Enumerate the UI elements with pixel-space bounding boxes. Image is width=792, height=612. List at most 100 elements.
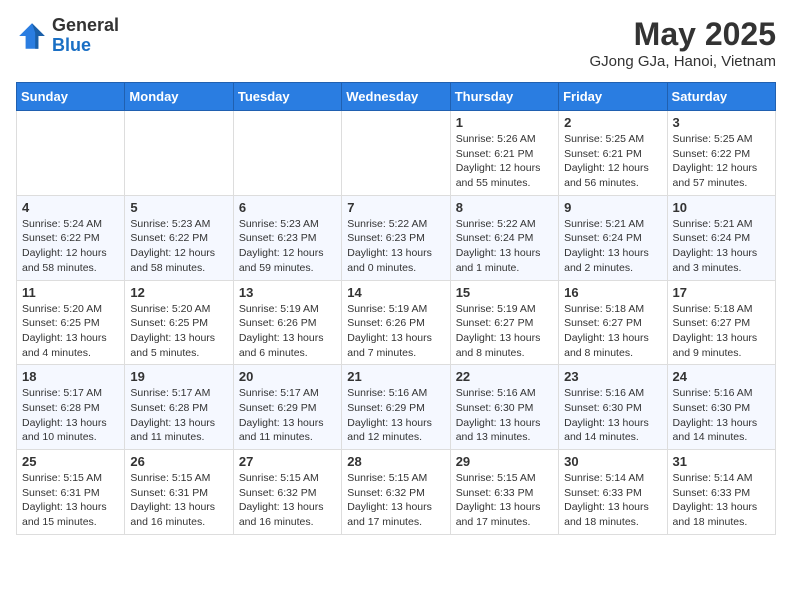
calendar-cell: 15Sunrise: 5:19 AM Sunset: 6:27 PM Dayli… [450, 280, 558, 365]
day-info: Sunrise: 5:18 AM Sunset: 6:27 PM Dayligh… [673, 302, 770, 361]
day-info: Sunrise: 5:23 AM Sunset: 6:23 PM Dayligh… [239, 217, 336, 276]
calendar-cell: 27 Sunrise: 5:15 AM Sunset: 6:32 PM Dayli… [233, 450, 341, 535]
calendar-week-4: 18 Sunrise: 5:17 AM Sunset: 6:28 PM Dayli… [17, 365, 776, 450]
day-number: 14 [347, 285, 444, 300]
calendar-week-3: 11Sunrise: 5:20 AM Sunset: 6:25 PM Dayli… [17, 280, 776, 365]
column-header-sunday: Sunday [17, 83, 125, 111]
calendar-cell [17, 111, 125, 196]
day-info: Sunrise: 5:15 AM Sunset: 6:32 PM Dayligh… [347, 471, 444, 530]
calendar-cell [233, 111, 341, 196]
day-info: Sunrise: 5:15 AM Sunset: 6:31 PM Dayligh… [130, 471, 227, 530]
calendar-cell [125, 111, 233, 196]
day-number: 6 [239, 200, 336, 215]
column-header-saturday: Saturday [667, 83, 775, 111]
day-info: Sunrise: 5:14 AM Sunset: 6:33 PM Dayligh… [564, 471, 661, 530]
day-info: Sunrise: 5:25 AM Sunset: 6:21 PM Dayligh… [564, 132, 661, 191]
logo: General Blue [16, 16, 119, 56]
day-number: 7 [347, 200, 444, 215]
calendar-table: SundayMondayTuesdayWednesdayThursdayFrid… [16, 82, 776, 535]
calendar-cell: 13Sunrise: 5:19 AM Sunset: 6:26 PM Dayli… [233, 280, 341, 365]
day-info: Sunrise: 5:21 AM Sunset: 6:24 PM Dayligh… [673, 217, 770, 276]
day-number: 5 [130, 200, 227, 215]
day-info: Sunrise: 5:26 AM Sunset: 6:21 PM Dayligh… [456, 132, 553, 191]
day-info: Sunrise: 5:17 AM Sunset: 6:29 PM Dayligh… [239, 386, 336, 445]
day-number: 9 [564, 200, 661, 215]
calendar-cell: 22 Sunrise: 5:16 AM Sunset: 6:30 PM Dayli… [450, 365, 558, 450]
column-header-tuesday: Tuesday [233, 83, 341, 111]
day-number: 27 [239, 454, 336, 469]
calendar-cell: 30 Sunrise: 5:14 AM Sunset: 6:33 PM Dayli… [559, 450, 667, 535]
calendar-cell: 9 Sunrise: 5:21 AM Sunset: 6:24 PM Daylig… [559, 195, 667, 280]
day-info: Sunrise: 5:22 AM Sunset: 6:23 PM Dayligh… [347, 217, 444, 276]
month-title: May 2025 [590, 16, 777, 53]
logo-blue-text: Blue [52, 36, 119, 56]
day-number: 16 [564, 285, 661, 300]
column-header-thursday: Thursday [450, 83, 558, 111]
calendar-cell: 12Sunrise: 5:20 AM Sunset: 6:25 PM Dayli… [125, 280, 233, 365]
day-number: 8 [456, 200, 553, 215]
day-info: Sunrise: 5:25 AM Sunset: 6:22 PM Dayligh… [673, 132, 770, 191]
calendar-week-5: 25 Sunrise: 5:15 AM Sunset: 6:31 PM Dayli… [17, 450, 776, 535]
day-number: 18 [22, 369, 119, 384]
day-number: 26 [130, 454, 227, 469]
day-info: Sunrise: 5:15 AM Sunset: 6:33 PM Dayligh… [456, 471, 553, 530]
calendar-cell: 29 Sunrise: 5:15 AM Sunset: 6:33 PM Dayli… [450, 450, 558, 535]
day-info: Sunrise: 5:23 AM Sunset: 6:22 PM Dayligh… [130, 217, 227, 276]
day-info: Sunrise: 5:14 AM Sunset: 6:33 PM Dayligh… [673, 471, 770, 530]
calendar-cell: 3 Sunrise: 5:25 AM Sunset: 6:22 PM Daylig… [667, 111, 775, 196]
calendar-cell: 31 Sunrise: 5:14 AM Sunset: 6:33 PM Dayli… [667, 450, 775, 535]
calendar-cell: 11Sunrise: 5:20 AM Sunset: 6:25 PM Dayli… [17, 280, 125, 365]
day-info: Sunrise: 5:24 AM Sunset: 6:22 PM Dayligh… [22, 217, 119, 276]
day-info: Sunrise: 5:19 AM Sunset: 6:26 PM Dayligh… [239, 302, 336, 361]
logo-general-text: General [52, 16, 119, 36]
day-number: 31 [673, 454, 770, 469]
day-info: Sunrise: 5:15 AM Sunset: 6:32 PM Dayligh… [239, 471, 336, 530]
calendar-cell: 21 Sunrise: 5:16 AM Sunset: 6:29 PM Dayli… [342, 365, 450, 450]
day-info: Sunrise: 5:22 AM Sunset: 6:24 PM Dayligh… [456, 217, 553, 276]
calendar-cell: 4 Sunrise: 5:24 AM Sunset: 6:22 PM Daylig… [17, 195, 125, 280]
calendar-cell: 16 Sunrise: 5:18 AM Sunset: 6:27 PM Dayli… [559, 280, 667, 365]
calendar-cell: 17 Sunrise: 5:18 AM Sunset: 6:27 PM Dayli… [667, 280, 775, 365]
day-number: 10 [673, 200, 770, 215]
day-number: 30 [564, 454, 661, 469]
day-number: 23 [564, 369, 661, 384]
calendar-header-row: SundayMondayTuesdayWednesdayThursdayFrid… [17, 83, 776, 111]
day-info: Sunrise: 5:16 AM Sunset: 6:29 PM Dayligh… [347, 386, 444, 445]
day-number: 25 [22, 454, 119, 469]
calendar-cell: 5 Sunrise: 5:23 AM Sunset: 6:22 PM Daylig… [125, 195, 233, 280]
page-header: General Blue May 2025 GJong GJa, Hanoi, … [16, 16, 776, 70]
calendar-cell: 10 Sunrise: 5:21 AM Sunset: 6:24 PM Dayli… [667, 195, 775, 280]
calendar-cell [342, 111, 450, 196]
day-number: 3 [673, 115, 770, 130]
title-area: May 2025 GJong GJa, Hanoi, Vietnam [590, 16, 777, 70]
day-number: 22 [456, 369, 553, 384]
day-info: Sunrise: 5:18 AM Sunset: 6:27 PM Dayligh… [564, 302, 661, 361]
day-info: Sunrise: 5:19 AM Sunset: 6:26 PM Dayligh… [347, 302, 444, 361]
calendar-cell: 20 Sunrise: 5:17 AM Sunset: 6:29 PM Dayli… [233, 365, 341, 450]
day-info: Sunrise: 5:16 AM Sunset: 6:30 PM Dayligh… [456, 386, 553, 445]
calendar-week-1: 1Sunrise: 5:26 AM Sunset: 6:21 PM Daylig… [17, 111, 776, 196]
day-number: 28 [347, 454, 444, 469]
calendar-week-2: 4 Sunrise: 5:24 AM Sunset: 6:22 PM Daylig… [17, 195, 776, 280]
column-header-friday: Friday [559, 83, 667, 111]
calendar-cell: 18Sunrise: 5:17 AM Sunset: 6:28 PM Dayli… [17, 365, 125, 450]
logo-text: General Blue [52, 16, 119, 56]
calendar-cell: 26 Sunrise: 5:15 AM Sunset: 6:31 PM Dayli… [125, 450, 233, 535]
calendar-cell: 8 Sunrise: 5:22 AM Sunset: 6:24 PM Daylig… [450, 195, 558, 280]
calendar-cell: 28 Sunrise: 5:15 AM Sunset: 6:32 PM Dayli… [342, 450, 450, 535]
day-info: Sunrise: 5:21 AM Sunset: 6:24 PM Dayligh… [564, 217, 661, 276]
day-number: 21 [347, 369, 444, 384]
day-number: 29 [456, 454, 553, 469]
day-number: 19 [130, 369, 227, 384]
day-info: Sunrise: 5:17 AM Sunset: 6:28 PM Dayligh… [130, 386, 227, 445]
day-number: 17 [673, 285, 770, 300]
calendar-cell: 25Sunrise: 5:15 AM Sunset: 6:31 PM Dayli… [17, 450, 125, 535]
calendar-cell: 2 Sunrise: 5:25 AM Sunset: 6:21 PM Daylig… [559, 111, 667, 196]
day-number: 2 [564, 115, 661, 130]
calendar-cell: 14 Sunrise: 5:19 AM Sunset: 6:26 PM Dayli… [342, 280, 450, 365]
day-number: 4 [22, 200, 119, 215]
day-number: 20 [239, 369, 336, 384]
day-info: Sunrise: 5:16 AM Sunset: 6:30 PM Dayligh… [564, 386, 661, 445]
day-number: 24 [673, 369, 770, 384]
day-info: Sunrise: 5:16 AM Sunset: 6:30 PM Dayligh… [673, 386, 770, 445]
